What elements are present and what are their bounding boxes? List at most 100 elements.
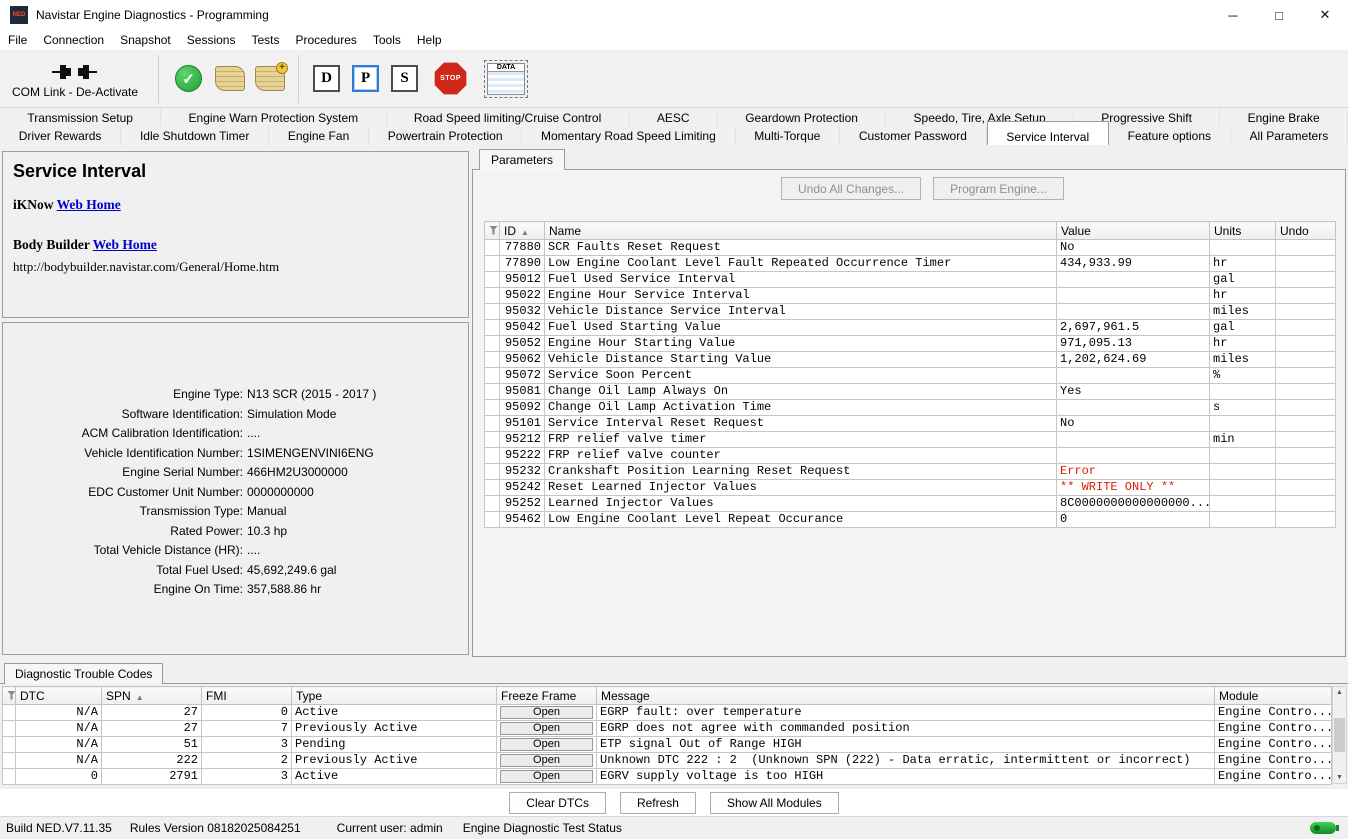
filter-header[interactable] <box>3 687 16 705</box>
clear-dtcs-button[interactable]: Clear DTCs <box>509 792 606 814</box>
open-freeze-frame-button[interactable]: Open <box>500 754 593 767</box>
parameter-row[interactable]: 95242 Reset Learned Injector Values ** W… <box>485 480 1336 496</box>
menu-item[interactable]: File <box>0 30 35 50</box>
parameter-value[interactable]: No <box>1057 416 1210 432</box>
dtc-scrollbar[interactable]: ▲ ▼ <box>1332 686 1347 784</box>
parameter-value[interactable]: 8C0000000000000000... <box>1057 496 1210 512</box>
parameter-undo-cell[interactable] <box>1276 256 1336 272</box>
parameter-row[interactable]: 95062 Vehicle Distance Starting Value 1,… <box>485 352 1336 368</box>
parameter-row[interactable]: 95072 Service Soon Percent % <box>485 368 1336 384</box>
maximize-button-icon[interactable]: □ <box>1256 0 1302 30</box>
parameter-value[interactable] <box>1057 368 1210 384</box>
dtc-tab[interactable]: Diagnostic Trouble Codes <box>4 663 163 684</box>
feature-tab[interactable]: Road Speed limiting/Cruise Control <box>387 109 630 127</box>
parameter-undo-cell[interactable] <box>1276 400 1336 416</box>
parameter-value[interactable]: Error <box>1057 464 1210 480</box>
feature-tab[interactable]: Idle Shutdown Timer <box>121 127 269 145</box>
col-header-units[interactable]: Units <box>1210 222 1276 240</box>
feature-tab[interactable]: Powertrain Protection <box>369 127 522 145</box>
parameter-undo-cell[interactable] <box>1276 336 1336 352</box>
parameter-value[interactable] <box>1057 304 1210 320</box>
parameter-value[interactable] <box>1057 288 1210 304</box>
feature-tab[interactable]: Driver Rewards <box>0 127 121 145</box>
feature-tab[interactable]: Transmission Setup <box>0 109 161 127</box>
iknow-web-home-link[interactable]: Web Home <box>57 197 121 212</box>
col-header-message[interactable]: Message <box>597 687 1215 705</box>
parameter-value[interactable]: No <box>1057 240 1210 256</box>
com-link-button[interactable]: COM Link - De-Activate <box>0 59 150 99</box>
parameter-value[interactable]: 2,697,961.5 <box>1057 320 1210 336</box>
col-header-freeze-frame[interactable]: Freeze Frame <box>497 687 597 705</box>
parameter-row[interactable]: 95012 Fuel Used Service Interval gal <box>485 272 1336 288</box>
parameter-value[interactable] <box>1057 448 1210 464</box>
parameter-undo-cell[interactable] <box>1276 496 1336 512</box>
dtc-row[interactable]: N/A 222 2 Previously Active Open Unknown… <box>3 753 1332 769</box>
col-header-dtc[interactable]: DTC <box>16 687 102 705</box>
feature-tab[interactable]: Momentary Road Speed Limiting <box>522 127 735 145</box>
menu-item[interactable]: Help <box>409 30 450 50</box>
parameter-undo-cell[interactable] <box>1276 448 1336 464</box>
menu-item[interactable]: Sessions <box>179 30 244 50</box>
dtc-row[interactable]: N/A 27 7 Previously Active Open EGRP doe… <box>3 721 1332 737</box>
parameter-value[interactable] <box>1057 272 1210 288</box>
parameter-undo-cell[interactable] <box>1276 352 1336 368</box>
parameter-value[interactable]: ** WRITE ONLY ** <box>1057 480 1210 496</box>
parameter-value[interactable]: 1,202,624.69 <box>1057 352 1210 368</box>
snapshot-scroll-icon[interactable] <box>215 66 245 91</box>
parameter-row[interactable]: 77890 Low Engine Coolant Level Fault Rep… <box>485 256 1336 272</box>
parameter-row[interactable]: 95462 Low Engine Coolant Level Repeat Oc… <box>485 512 1336 528</box>
feature-tab[interactable]: All Parameters <box>1231 127 1348 145</box>
parameter-value[interactable] <box>1057 432 1210 448</box>
parameter-undo-cell[interactable] <box>1276 416 1336 432</box>
parameter-row[interactable]: 95222 FRP relief valve counter <box>485 448 1336 464</box>
snapshot-add-icon[interactable]: + <box>255 66 285 91</box>
feature-tab[interactable]: Engine Warn Protection System <box>161 109 386 127</box>
close-button-icon[interactable]: ✕ <box>1302 0 1348 30</box>
open-freeze-frame-button[interactable]: Open <box>500 770 593 783</box>
refresh-button[interactable]: Refresh <box>620 792 696 814</box>
parameter-value[interactable] <box>1057 400 1210 416</box>
parameter-undo-cell[interactable] <box>1276 368 1336 384</box>
parameter-undo-cell[interactable] <box>1276 432 1336 448</box>
parameter-value[interactable]: 0 <box>1057 512 1210 528</box>
scroll-thumb[interactable] <box>1334 718 1345 752</box>
feature-tab[interactable]: Service Interval <box>987 121 1109 145</box>
parameter-undo-cell[interactable] <box>1276 384 1336 400</box>
dtc-row[interactable]: 0 2791 3 Active Open EGRV supply voltage… <box>3 769 1332 785</box>
dtc-row[interactable]: N/A 27 0 Active Open EGRP fault: over te… <box>3 705 1332 721</box>
parameter-row[interactable]: 95081 Change Oil Lamp Always On Yes <box>485 384 1336 400</box>
menu-item[interactable]: Tools <box>365 30 409 50</box>
col-header-spn[interactable]: SPN▲ <box>102 687 202 705</box>
parameters-tab[interactable]: Parameters <box>479 149 565 170</box>
menu-item[interactable]: Tests <box>243 30 287 50</box>
open-freeze-frame-button[interactable]: Open <box>500 738 593 751</box>
stop-icon[interactable]: STOP <box>434 62 467 95</box>
feature-tab[interactable]: Multi-Torque <box>736 127 841 145</box>
diagnostics-mode-button[interactable]: D <box>313 65 340 92</box>
col-header-module[interactable]: Module <box>1215 687 1332 705</box>
parameter-undo-cell[interactable] <box>1276 480 1336 496</box>
col-header-type[interactable]: Type <box>292 687 497 705</box>
feature-tab[interactable]: Geardown Protection <box>718 109 886 127</box>
programming-mode-button[interactable]: P <box>352 65 379 92</box>
parameter-undo-cell[interactable] <box>1276 512 1336 528</box>
parameter-row[interactable]: 95092 Change Oil Lamp Activation Time s <box>485 400 1336 416</box>
feature-tab[interactable]: Engine Fan <box>269 127 369 145</box>
dtc-row[interactable]: N/A 51 3 Pending Open ETP signal Out of … <box>3 737 1332 753</box>
col-header-name[interactable]: Name <box>545 222 1057 240</box>
menu-item[interactable]: Connection <box>35 30 112 50</box>
parameter-undo-cell[interactable] <box>1276 464 1336 480</box>
parameter-value[interactable]: 434,933.99 <box>1057 256 1210 272</box>
parameter-row[interactable]: 95212 FRP relief valve timer min <box>485 432 1336 448</box>
parameter-undo-cell[interactable] <box>1276 272 1336 288</box>
program-engine-button[interactable]: Program Engine... <box>933 177 1064 200</box>
connection-ok-icon[interactable]: ✓ <box>175 65 202 92</box>
open-freeze-frame-button[interactable]: Open <box>500 706 593 719</box>
scroll-up-icon[interactable]: ▲ <box>1336 689 1343 696</box>
parameter-row[interactable]: 95052 Engine Hour Starting Value 971,095… <box>485 336 1336 352</box>
parameter-row[interactable]: 77880 SCR Faults Reset Request No <box>485 240 1336 256</box>
feature-tab[interactable]: AESC <box>630 109 718 127</box>
parameter-value[interactable]: Yes <box>1057 384 1210 400</box>
minimize-button-icon[interactable]: ─ <box>1210 0 1256 30</box>
col-header-value[interactable]: Value <box>1057 222 1210 240</box>
